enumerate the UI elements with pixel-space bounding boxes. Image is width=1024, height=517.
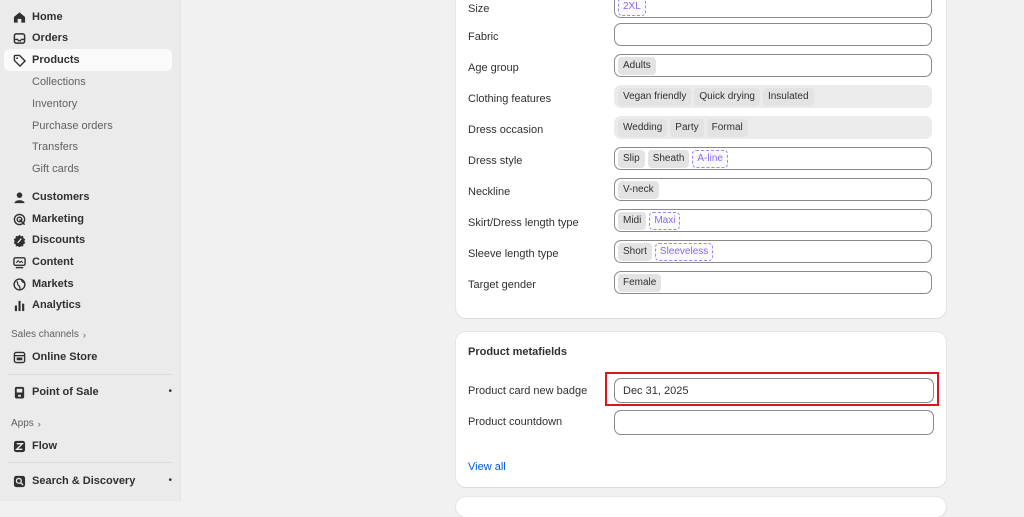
value-tag[interactable]: Female (618, 273, 662, 292)
fabric-label: Fabric (468, 31, 499, 43)
suggested-tag[interactable]: A-line (692, 149, 728, 168)
sidebar-divider (8, 462, 172, 463)
nav-markets-label: Markets (32, 278, 74, 290)
value-tag[interactable]: Formal (706, 118, 748, 137)
product-countdown-input[interactable] (614, 410, 934, 435)
product-card-new-badge-label: Product card new badge (468, 385, 588, 397)
inbox-icon (12, 31, 26, 45)
fabric-field[interactable] (614, 23, 932, 46)
suggested-tag[interactable]: Sleeveless (654, 242, 714, 261)
dress-occasion-label: Dress occasion (468, 124, 544, 136)
chart-icon (12, 298, 26, 312)
sidebar-divider (8, 374, 172, 375)
storefront-icon (12, 350, 26, 364)
nav-collections[interactable]: Collections (32, 76, 86, 88)
nav-orders[interactable]: Orders (4, 27, 172, 49)
sales-channels-section[interactable]: Sales channels › (11, 329, 86, 340)
suggested-tag[interactable]: Maxi (649, 211, 681, 230)
value-tag[interactable]: Quick drying (694, 87, 760, 106)
chevron-right-icon: › (37, 418, 41, 429)
nav-online-store[interactable]: Online Store (4, 346, 172, 368)
nav-marketing[interactable]: Marketing (4, 208, 172, 230)
value-tag[interactable]: V-neck (618, 180, 659, 199)
nav-customers[interactable]: Customers (4, 186, 172, 208)
content-icon (12, 255, 26, 269)
point-of-sale-dot-indicator: • (168, 386, 172, 397)
nav-search-discovery-label: Search & Discovery (32, 475, 136, 487)
search-discovery-icon (12, 474, 26, 488)
home-icon (12, 10, 26, 24)
product-metafields-title: Product metafields (468, 346, 568, 358)
nav-gift-cards[interactable]: Gift cards (32, 163, 79, 175)
nav-analytics-label: Analytics (32, 299, 81, 311)
next-card (456, 497, 946, 517)
value-tag[interactable]: Short (618, 242, 652, 261)
chevron-right-icon: › (82, 329, 86, 340)
target-gender-field[interactable]: Female (614, 271, 932, 294)
size-field[interactable]: 2XL (614, 0, 932, 18)
apps-section[interactable]: Apps › (11, 418, 41, 429)
nav-flow-label: Flow (32, 440, 58, 452)
skirt-dress-length-type-label: Skirt/Dress length type (468, 217, 579, 229)
nav-discounts-label: Discounts (32, 234, 86, 246)
nav-online-store-label: Online Store (32, 351, 98, 363)
neckline-label: Neckline (468, 186, 511, 198)
nav-orders-label: Orders (32, 32, 69, 44)
nav-home-label: Home (32, 11, 63, 23)
nav-purchase-orders[interactable]: Purchase orders (32, 120, 113, 132)
nav-point-of-sale-label: Point of Sale (32, 386, 99, 398)
nav-products-label: Products (32, 54, 80, 66)
nav-flow[interactable]: Flow (4, 435, 172, 457)
dress-style-label: Dress style (468, 155, 523, 167)
size-label: Size (468, 3, 490, 15)
globe-icon (12, 277, 26, 291)
skirt-dress-length-type-field[interactable]: Midi Maxi (614, 209, 932, 232)
nav-search-discovery[interactable]: Search & Discovery (4, 470, 172, 492)
nav-transfers[interactable]: Transfers (32, 141, 78, 153)
dress-occasion-field[interactable]: Wedding Party Formal (614, 116, 932, 139)
value-tag[interactable]: Vegan friendly (618, 87, 692, 106)
person-icon (12, 190, 26, 204)
nav-products[interactable]: Products (4, 49, 172, 71)
highlight-box (605, 372, 939, 406)
value-tag[interactable]: Slip (618, 149, 645, 168)
flow-icon (12, 439, 26, 453)
sleeve-length-type-label: Sleeve length type (468, 248, 559, 260)
pos-icon (12, 385, 26, 399)
clothing-features-label: Clothing features (468, 93, 552, 105)
sales-channels-label: Sales channels (11, 329, 79, 340)
view-all-link[interactable]: View all (468, 461, 506, 473)
value-tag[interactable]: Sheath (647, 149, 690, 168)
value-tag[interactable]: Midi (618, 211, 647, 230)
sleeve-length-type-field[interactable]: Short Sleeveless (614, 240, 932, 263)
value-tag[interactable]: Party (670, 118, 704, 137)
discount-icon (12, 233, 26, 247)
nav-markets[interactable]: Markets (4, 273, 172, 295)
age-group-field[interactable]: Adults (614, 54, 932, 77)
suggested-tag[interactable]: 2XL (618, 0, 646, 16)
search-discovery-dot-indicator: • (168, 475, 172, 486)
nav-marketing-label: Marketing (32, 213, 84, 225)
nav-discounts[interactable]: Discounts (4, 229, 172, 251)
value-tag[interactable]: Adults (618, 56, 656, 75)
nav-content[interactable]: Content (4, 251, 172, 273)
target-gender-label: Target gender (468, 279, 536, 291)
value-tag[interactable]: Wedding (618, 118, 668, 137)
clothing-features-field[interactable]: Vegan friendly Quick drying Insulated (614, 85, 932, 108)
apps-label: Apps (11, 418, 34, 429)
age-group-label: Age group (468, 62, 519, 74)
nav-analytics[interactable]: Analytics (4, 294, 172, 316)
sidebar: Home Orders Products Collections Invento… (0, 0, 181, 501)
target-icon (12, 212, 26, 226)
dress-style-field[interactable]: Slip Sheath A-line (614, 147, 932, 170)
product-countdown-label: Product countdown (468, 416, 563, 428)
neckline-field[interactable]: V-neck (614, 178, 932, 201)
nav-customers-label: Customers (32, 191, 90, 203)
nav-point-of-sale[interactable]: Point of Sale (4, 381, 172, 403)
tag-icon (12, 53, 26, 67)
nav-inventory[interactable]: Inventory (32, 98, 77, 110)
nav-content-label: Content (32, 256, 74, 268)
nav-home[interactable]: Home (4, 6, 172, 28)
value-tag[interactable]: Insulated (762, 87, 814, 106)
